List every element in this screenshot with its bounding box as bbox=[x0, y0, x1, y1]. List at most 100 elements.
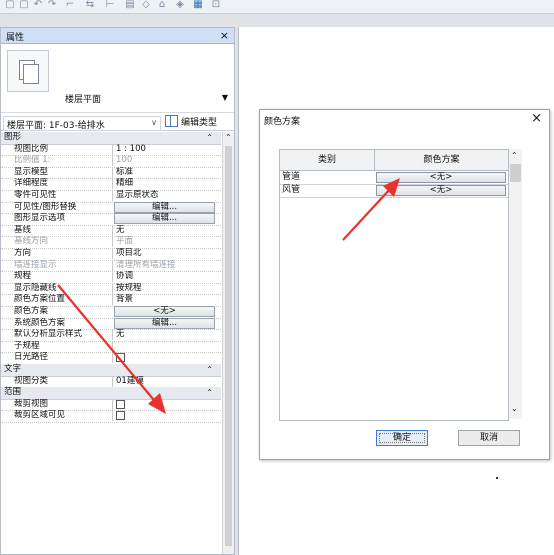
view-instance-dropdown[interactable]: 楼层平面: 1F-03-给排水 ∨ bbox=[3, 116, 161, 131]
prop-value: 平面 bbox=[112, 236, 218, 248]
prop-value: 100 bbox=[112, 155, 218, 167]
table-header: 类别 颜色方案 bbox=[280, 150, 508, 171]
prop-value: 清理所有墙连接 bbox=[112, 259, 218, 271]
type-name: 楼层平面 bbox=[65, 95, 102, 105]
table-row[interactable]: 管道 <无> bbox=[280, 171, 508, 185]
system-color-scheme-edit-button[interactable]: 编辑... bbox=[114, 317, 215, 329]
prop-value[interactable]: 背景 bbox=[112, 294, 218, 306]
3d-view-icon[interactable]: ⌂ bbox=[156, 0, 168, 10]
floor-plan-icon bbox=[7, 50, 49, 92]
scroll-down-icon[interactable]: ⌄ bbox=[511, 404, 518, 413]
instance-row: 楼层平面: 1F-03-给排水 ∨ 编辑类型 bbox=[1, 114, 234, 131]
section-icon[interactable]: ◈ bbox=[174, 0, 186, 10]
prop-value[interactable]: 协调 bbox=[112, 271, 218, 283]
cancel-button[interactable]: 取消 bbox=[458, 430, 520, 446]
prop-label: 颜色方案 bbox=[14, 306, 49, 316]
prop-label: 可见性/图形替换 bbox=[14, 201, 77, 212]
prop-value[interactable]: 无 bbox=[112, 224, 218, 236]
prop-label: 视图分类 bbox=[14, 375, 49, 386]
ok-label: 确定 bbox=[392, 433, 411, 443]
prop-label: 比例值 1: bbox=[14, 155, 51, 166]
close-icon[interactable]: × bbox=[531, 111, 542, 127]
sun-path-checkbox[interactable] bbox=[116, 353, 125, 363]
section-label: 图形 bbox=[4, 132, 22, 142]
open-icon[interactable]: ▢ bbox=[18, 0, 30, 10]
thin-lines-icon[interactable]: ▦ bbox=[192, 0, 204, 10]
collapse-icon[interactable]: ⌃ bbox=[206, 364, 213, 375]
table-scrollbar[interactable]: ⌃ ⌄ bbox=[509, 149, 522, 419]
scroll-thumb[interactable] bbox=[510, 164, 521, 182]
save-icon[interactable]: ▢ bbox=[4, 0, 16, 10]
prop-label: 视图比例 bbox=[14, 143, 49, 154]
prop-value[interactable]: 项目北 bbox=[112, 248, 218, 259]
prop-label: 裁剪视图 bbox=[14, 398, 49, 409]
chevron-down-icon[interactable]: ▼ bbox=[222, 93, 228, 102]
view-instance-value: 楼层平面: 1F-03-给排水 bbox=[7, 121, 105, 131]
close-hidden-icon[interactable]: ⊡ bbox=[210, 0, 222, 10]
properties-title-bar: 属性 × bbox=[1, 28, 234, 44]
edit-type-icon bbox=[165, 115, 178, 127]
tag-icon[interactable]: ◇ bbox=[140, 0, 152, 10]
dimension-icon[interactable]: ⊢ bbox=[104, 0, 116, 10]
prop-label: 系统颜色方案 bbox=[14, 317, 66, 328]
color-scheme-table: 类别 颜色方案 管道 <无> 风管 <无> bbox=[279, 149, 509, 421]
color-scheme-button[interactable]: <无> bbox=[114, 306, 215, 317]
prop-value bbox=[112, 352, 218, 364]
section-label: 范围 bbox=[4, 387, 22, 398]
print-icon[interactable]: ⌐ bbox=[64, 0, 76, 10]
scroll-up-icon[interactable]: ⌃ bbox=[511, 151, 518, 160]
scroll-up-icon[interactable]: ⌃ bbox=[225, 133, 232, 142]
prop-label: 颜色方案位置 bbox=[14, 294, 66, 305]
type-selector[interactable]: 楼层平面 ▼ bbox=[1, 45, 234, 113]
redo-icon[interactable]: ↷ bbox=[46, 0, 58, 10]
properties-grid: 图形 ⌃ 视图比例 1 : 100 比例值 1: 100 显示模型 标准 详细程度 精细… bbox=[1, 132, 221, 554]
prop-value[interactable]: 无 bbox=[112, 329, 218, 341]
collapse-icon[interactable]: ⌃ bbox=[206, 132, 213, 143]
edit-type-button[interactable]: 编辑类型 bbox=[165, 115, 217, 129]
crop-view-checkbox[interactable] bbox=[116, 399, 125, 409]
undo-icon[interactable]: ↶ bbox=[32, 0, 44, 10]
properties-scrollbar[interactable]: ⌃ bbox=[222, 132, 234, 554]
prop-value[interactable]: 1 : 100 bbox=[112, 143, 218, 155]
column-header-scheme: 颜色方案 bbox=[423, 155, 460, 165]
prop-label: 子规程 bbox=[14, 340, 40, 351]
category-cell: 管道 bbox=[282, 172, 301, 182]
visibility-edit-button[interactable]: 编辑... bbox=[114, 201, 215, 213]
scheme-button[interactable]: <无> bbox=[376, 172, 506, 183]
prop-label: 墙连接显示 bbox=[14, 259, 57, 270]
prop-value[interactable]: 01建模 bbox=[112, 375, 218, 387]
prop-value[interactable]: 显示原状态 bbox=[112, 190, 218, 201]
properties-palette: 属性 × 楼层平面 ▼ 楼层平面: 1F-03-给排水 ∨ 编辑类型 图形 ⌃ … bbox=[0, 27, 235, 555]
color-scheme-dialog: 颜色方案 × 类别 颜色方案 管道 <无> 风管 <无> ⌃ ⌄ 确定 取消 bbox=[259, 109, 550, 460]
measure-icon[interactable]: ⇆ bbox=[84, 0, 96, 10]
column-header-category: 类别 bbox=[280, 150, 375, 170]
scheme-button[interactable]: <无> bbox=[376, 185, 506, 196]
prop-label: 详细程度 bbox=[14, 178, 49, 189]
prop-label: 方向 bbox=[14, 248, 32, 258]
prop-label: 显示隐藏线 bbox=[14, 282, 57, 293]
prop-value bbox=[112, 410, 218, 422]
prop-value[interactable]: 精细 bbox=[112, 178, 218, 190]
cursor-dot bbox=[496, 477, 498, 479]
chevron-down-icon[interactable]: ∨ bbox=[151, 118, 157, 127]
section-label: 文字 bbox=[4, 364, 22, 374]
text-icon[interactable]: ▤ bbox=[124, 0, 136, 10]
dialog-title: 颜色方案 bbox=[264, 117, 301, 127]
prop-label: 裁剪区域可见 bbox=[14, 410, 66, 421]
prop-label: 基线方向 bbox=[14, 236, 49, 247]
prop-value[interactable]: 标准 bbox=[112, 166, 218, 178]
table-row[interactable]: 风管 <无> bbox=[280, 184, 508, 198]
prop-label: 图形显示选项 bbox=[14, 213, 66, 224]
close-icon[interactable]: × bbox=[220, 29, 229, 42]
quick-access-toolbar: ▢ ▢ ↶ ↷ ⌐ ⇆ ⊢ ▤ ◇ ⌂ ◈ ▦ ⊡ bbox=[0, 0, 554, 14]
prop-row: 裁剪区域可见 bbox=[1, 410, 221, 423]
prop-value[interactable] bbox=[112, 340, 218, 352]
ok-button[interactable]: 确定 bbox=[376, 430, 428, 446]
graphic-display-edit-button[interactable]: 编辑... bbox=[114, 213, 215, 225]
collapse-icon[interactable]: ⌃ bbox=[206, 387, 213, 398]
scroll-thumb[interactable] bbox=[225, 146, 232, 546]
prop-label: 显示模型 bbox=[14, 166, 49, 177]
crop-region-visible-checkbox[interactable] bbox=[116, 411, 125, 421]
prop-value[interactable]: 按规程 bbox=[112, 282, 218, 294]
properties-title: 属性 bbox=[6, 33, 25, 43]
